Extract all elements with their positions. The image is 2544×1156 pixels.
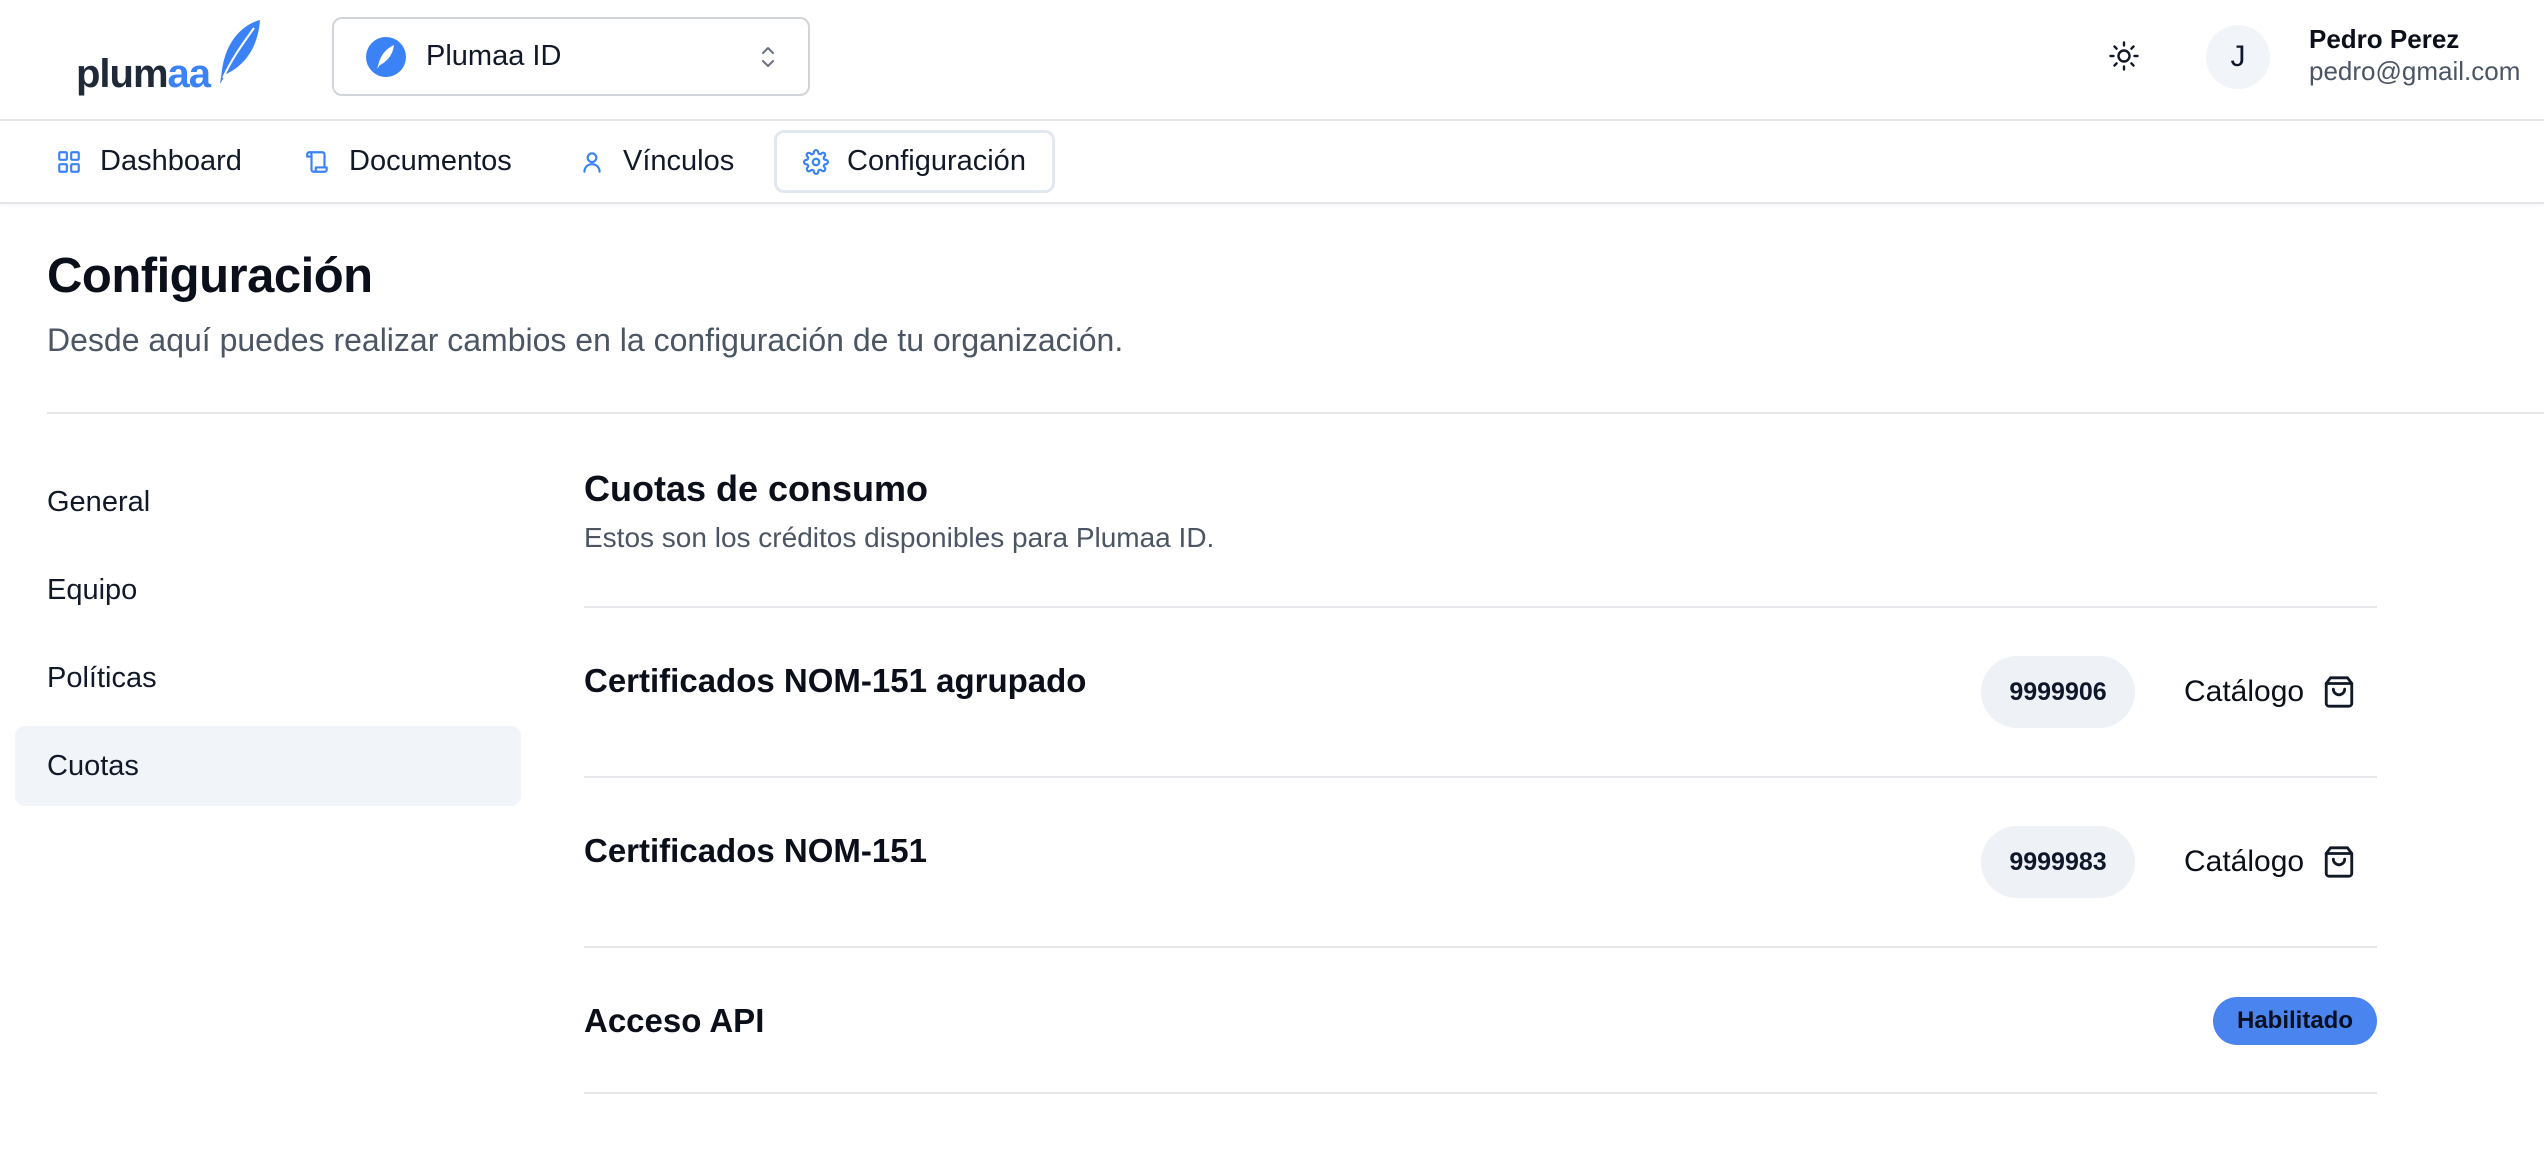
top-header: plumaa Plumaa ID J Pedro Perez pedro@gma… xyxy=(0,0,2544,121)
row-divider xyxy=(584,1092,2377,1094)
quota-row-title: Certificados NOM-151 agrupado xyxy=(584,662,1087,699)
quota-row-title: Acceso API xyxy=(584,1002,765,1039)
theme-toggle-button[interactable] xyxy=(2098,30,2150,82)
user-avatar[interactable]: J xyxy=(2206,25,2270,89)
page-subtitle: Desde aquí puedes realizar cambios en la… xyxy=(47,322,1124,358)
settings-menu-label: General xyxy=(47,485,151,518)
catalog-button[interactable]: Catálogo xyxy=(2184,660,2384,724)
nav-item-label: Configuración xyxy=(847,145,1026,177)
nav-item-documentos[interactable]: Documentos xyxy=(279,130,538,193)
row-divider xyxy=(584,776,2377,778)
organization-selector[interactable]: Plumaa ID xyxy=(332,17,810,96)
scroll-icon xyxy=(306,150,328,173)
settings-menu-label: Equipo xyxy=(47,573,138,606)
organization-logo-icon xyxy=(366,36,406,77)
nav-item-vinculos[interactable]: Vínculos xyxy=(553,130,760,193)
quota-row-title: Certificados NOM-151 xyxy=(584,832,927,869)
quota-count-badge: 9999983 xyxy=(1981,826,2135,898)
user-icon xyxy=(583,151,601,173)
settings-menu-general[interactable]: General xyxy=(15,462,521,542)
grid-icon xyxy=(58,150,80,173)
nav-item-label: Documentos xyxy=(349,145,512,177)
main-navigation: Dashboard Documentos Vínculos Configurac… xyxy=(0,121,2544,204)
settings-menu-equipo[interactable]: Equipo xyxy=(15,550,521,630)
header-divider xyxy=(47,412,2544,414)
organization-name: Plumaa ID xyxy=(426,40,562,72)
feather-icon xyxy=(220,20,260,84)
settings-menu-cuotas[interactable]: Cuotas xyxy=(15,726,521,806)
settings-menu-label: Cuotas xyxy=(47,749,139,782)
shopping-bag-icon xyxy=(2324,846,2354,878)
nav-item-dashboard[interactable]: Dashboard xyxy=(30,130,268,193)
row-divider xyxy=(584,606,2377,608)
catalog-button-label: Catálogo xyxy=(2184,845,2305,878)
nav-item-label: Vínculos xyxy=(623,145,735,177)
settings-menu-label: Políticas xyxy=(47,661,157,694)
plumaa-logo[interactable]: plumaa xyxy=(76,18,266,94)
page-title: Configuración xyxy=(47,249,373,303)
nav-item-label: Dashboard xyxy=(100,145,242,177)
sun-icon xyxy=(2109,41,2139,71)
catalog-button[interactable]: Catálogo xyxy=(2184,830,2384,894)
user-email: pedro@gmail.com xyxy=(2309,56,2521,86)
catalog-button-label: Catálogo xyxy=(2184,675,2305,708)
user-name: Pedro Perez xyxy=(2309,24,2460,54)
gear-icon xyxy=(803,148,829,175)
quota-count-badge: 9999906 xyxy=(1981,656,2135,728)
settings-menu-politicas[interactable]: Políticas xyxy=(15,638,521,718)
row-divider xyxy=(584,946,2377,948)
section-title: Cuotas de consumo xyxy=(584,468,929,509)
status-badge: Habilitado xyxy=(2213,997,2377,1045)
chevron-up-down-icon xyxy=(762,46,774,67)
section-subtitle: Estos son los créditos disponibles para … xyxy=(584,522,1215,553)
nav-item-configuracion[interactable]: Configuración xyxy=(774,130,1055,193)
shopping-bag-icon xyxy=(2324,676,2354,708)
